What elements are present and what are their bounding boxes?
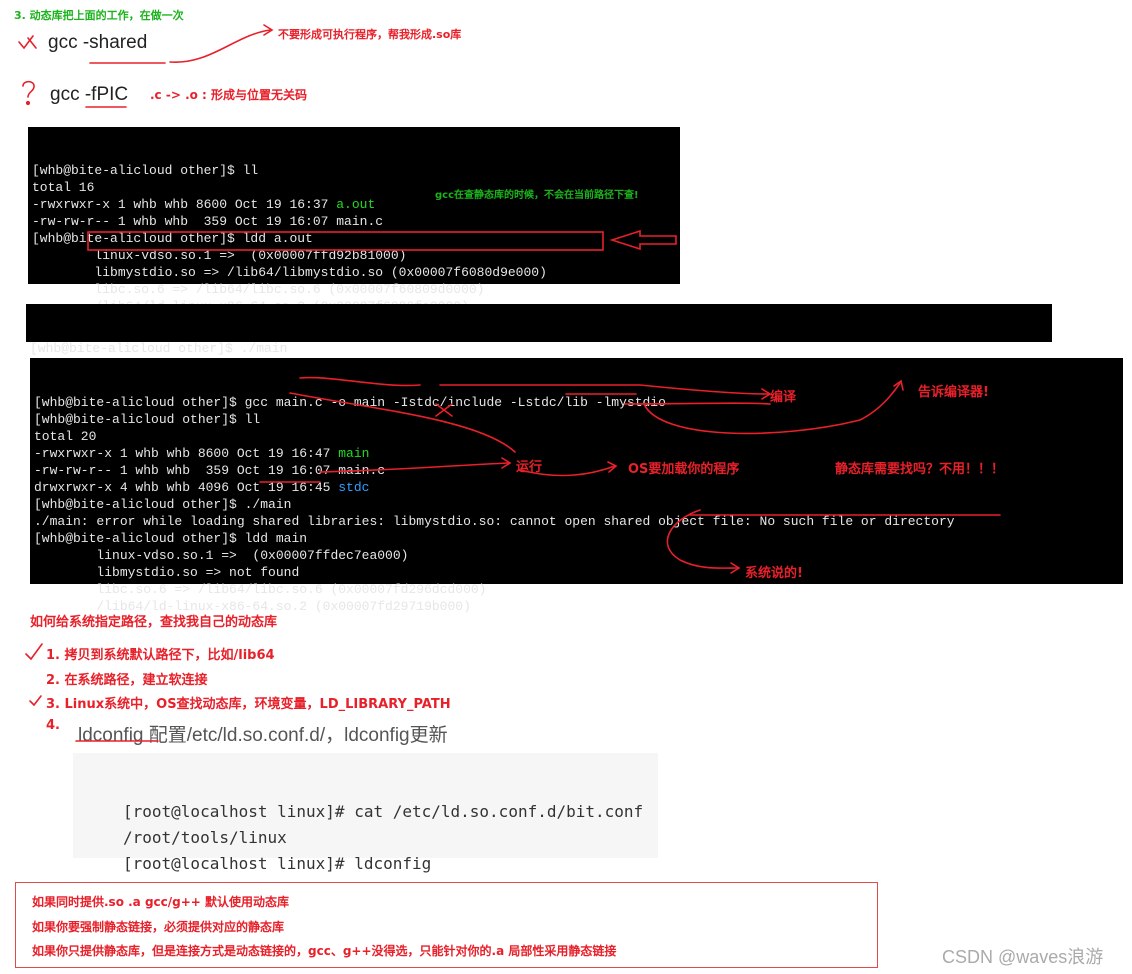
question-mark-icon — [22, 80, 35, 98]
arrow-to-shared-note — [169, 29, 271, 63]
arrow-to-tell-compiler — [643, 382, 901, 435]
check-mark-icon — [25, 643, 43, 661]
hand-drawn-annotations — [18, 24, 1001, 742]
arrow-to-run — [289, 392, 516, 453]
arrow-to-compile — [439, 384, 769, 395]
left-arrow-icon — [609, 229, 677, 251]
cross-mark-icon — [435, 403, 453, 417]
highlight-box-libmystdio — [87, 231, 604, 251]
arrow-to-os-load — [519, 465, 616, 477]
check-mark-icon — [29, 695, 42, 707]
cross-stroke-icon — [27, 37, 37, 49]
arrow-to-system-says — [666, 509, 739, 569]
